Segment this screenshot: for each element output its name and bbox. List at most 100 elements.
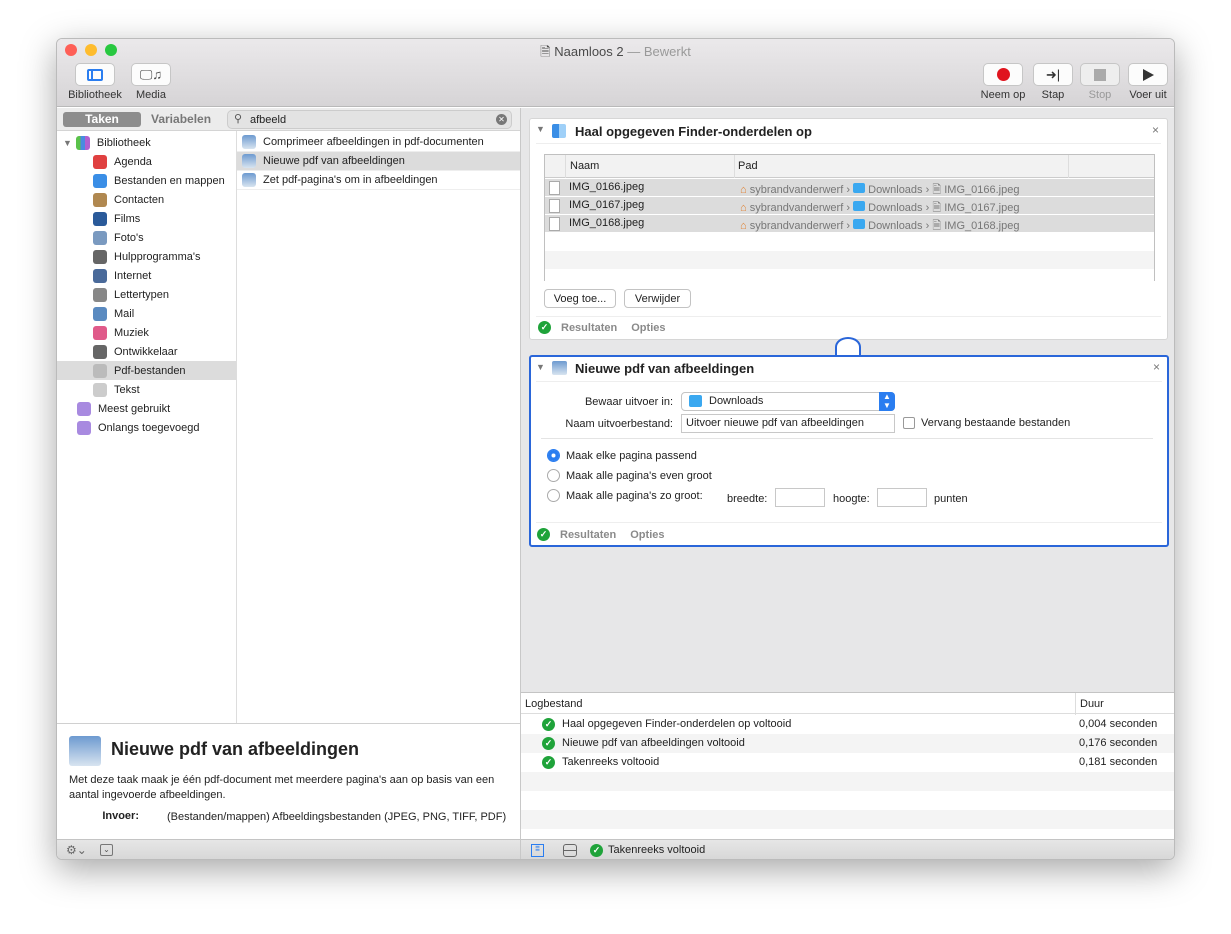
- file-icon: 🗎: [932, 184, 942, 196]
- smart-group-item[interactable]: Meest gebruikt: [77, 399, 170, 418]
- collapse-triangle-icon[interactable]: ▼: [536, 124, 545, 134]
- library-bottom-bar: ⚙︎⌄ ⌄: [57, 839, 520, 859]
- folder-icon: [853, 219, 866, 229]
- replace-label: Vervang bestaande bestanden: [921, 417, 1071, 429]
- column-duration[interactable]: Duur: [1080, 698, 1104, 710]
- smart-folder-icon: [77, 420, 91, 435]
- add-button[interactable]: Voeg toe...: [544, 289, 616, 308]
- search-icon: ⚲: [234, 113, 243, 125]
- folder-icon: [853, 201, 866, 211]
- table-row[interactable]: IMG_0168.jpeg ⌂ sybrandvanderwerf › Downl…: [545, 215, 1154, 233]
- action-item[interactable]: Zet pdf-pagina's om in afbeeldingen: [237, 171, 520, 190]
- run-label: Voer uit: [1129, 89, 1167, 101]
- category-item[interactable]: Agenda: [57, 152, 236, 171]
- radio-option[interactable]: Maak alle pagina's even groot: [547, 469, 712, 482]
- category-item[interactable]: Hulpprogramma's: [57, 247, 236, 266]
- description-title: Nieuwe pdf van afbeeldingen: [111, 739, 360, 759]
- stop-button[interactable]: [1080, 63, 1120, 86]
- column-path[interactable]: Pad: [738, 160, 758, 172]
- record-button[interactable]: [983, 63, 1023, 86]
- log-header: Logbestand Duur: [521, 693, 1174, 714]
- category-item[interactable]: Contacten: [57, 190, 236, 209]
- library-icon: [75, 135, 90, 150]
- save-location-label: Bewaar uitvoer in:: [584, 396, 673, 408]
- pdf-images-icon: [242, 135, 256, 149]
- finder-items-table: Naam Pad IMG_0166.jpeg ⌂ sybrandvanderwer…: [544, 154, 1155, 287]
- contacts-icon: [93, 192, 107, 207]
- input-label: Invoer:: [102, 810, 139, 822]
- disclosure-triangle-icon[interactable]: ▼: [63, 138, 72, 148]
- select-arrows-icon: ▲ ▼: [879, 392, 895, 411]
- close-action-icon[interactable]: ×: [1152, 123, 1159, 137]
- action-item[interactable]: Comprimeer afbeeldingen in pdf-documente…: [237, 133, 520, 152]
- collapse-triangle-icon[interactable]: ▼: [536, 362, 545, 372]
- close-action-icon[interactable]: ×: [1153, 360, 1160, 374]
- media-button[interactable]: 🖵♫: [131, 63, 171, 86]
- tab-variables[interactable]: Variabelen: [151, 112, 211, 126]
- replace-checkbox[interactable]: [903, 417, 915, 429]
- tab-actions[interactable]: Taken: [63, 112, 141, 127]
- options-toggle[interactable]: Opties: [630, 529, 664, 541]
- column-name[interactable]: Naam: [570, 160, 599, 172]
- file-icon: [549, 217, 560, 231]
- save-location-select[interactable]: Downloads ▲ ▼: [681, 392, 895, 411]
- category-item[interactable]: Pdf-bestanden: [57, 361, 236, 380]
- downloads-folder-icon: [689, 395, 702, 407]
- pdf-images-icon: [242, 154, 256, 168]
- category-item[interactable]: Mail: [57, 304, 236, 323]
- action-footer: ✓ Resultaten Opties: [537, 528, 664, 541]
- category-list: ▼ Bibliotheek Agenda Bestanden en mappen Con…: [57, 131, 236, 723]
- category-item[interactable]: Muziek: [57, 323, 236, 342]
- radio-button[interactable]: [547, 449, 560, 462]
- step-button[interactable]: ➜|: [1033, 63, 1073, 86]
- category-item[interactable]: Internet: [57, 266, 236, 285]
- music-icon: [93, 325, 107, 340]
- success-check-icon: ✓: [542, 737, 555, 750]
- run-button[interactable]: [1128, 63, 1168, 86]
- category-item[interactable]: Foto's: [57, 228, 236, 247]
- width-field[interactable]: [775, 488, 825, 507]
- height-field[interactable]: [877, 488, 927, 507]
- category-item[interactable]: Tekst: [57, 380, 236, 399]
- description-text: Met deze taak maak je één pdf-document m…: [69, 774, 495, 801]
- category-item[interactable]: Lettertypen: [57, 285, 236, 304]
- log-view-icon[interactable]: ≡ ≡: [531, 843, 544, 857]
- radio-button[interactable]: [547, 489, 560, 502]
- description-pane: Nieuwe pdf van afbeeldingen Met deze taa…: [57, 723, 520, 839]
- radio-option[interactable]: Maak alle pagina's zo groot:: [547, 489, 703, 502]
- empty-row: [545, 233, 1154, 251]
- finder-icon: [93, 173, 107, 188]
- photos-icon: [93, 230, 107, 245]
- pdf-icon: [93, 363, 107, 378]
- toggle-description-icon[interactable]: ⌄: [100, 844, 113, 856]
- smart-folder-icon: [77, 401, 91, 416]
- results-toggle[interactable]: Resultaten: [561, 322, 617, 334]
- quicktime-icon: [93, 211, 107, 226]
- home-icon: ⌂: [740, 184, 747, 196]
- clear-search-icon[interactable]: ✕: [496, 114, 507, 125]
- mail-icon: [93, 306, 107, 321]
- search-field[interactable]: ⚲ afbeeld ✕: [227, 110, 512, 129]
- table-row[interactable]: IMG_0167.jpeg ⌂ sybrandvanderwerf › Downl…: [545, 197, 1154, 215]
- category-item[interactable]: Films: [57, 209, 236, 228]
- action-title: Haal opgegeven Finder-onderdelen op: [575, 124, 812, 139]
- workflow-area: ▼ Haal opgegeven Finder-onderdelen op × …: [521, 108, 1174, 692]
- remove-button[interactable]: Verwijder: [624, 289, 691, 308]
- action-item[interactable]: Nieuwe pdf van afbeeldingen: [237, 152, 520, 171]
- radio-option[interactable]: Maak elke pagina passend: [547, 449, 697, 462]
- column-log[interactable]: Logbestand: [525, 698, 583, 710]
- search-input[interactable]: afbeeld: [250, 114, 286, 126]
- smart-group-item[interactable]: Onlangs toegevoegd: [77, 418, 200, 437]
- category-item[interactable]: Ontwikkelaar: [57, 342, 236, 361]
- table-row[interactable]: IMG_0166.jpeg ⌂ sybrandvanderwerf › Downl…: [545, 179, 1154, 197]
- results-toggle[interactable]: Resultaten: [560, 529, 616, 541]
- variables-view-icon[interactable]: [563, 844, 577, 857]
- category-item[interactable]: Bestanden en mappen: [57, 171, 236, 190]
- gear-menu-icon[interactable]: ⚙︎⌄: [66, 843, 87, 857]
- library-button[interactable]: [75, 63, 115, 86]
- output-name-field[interactable]: Uitvoer nieuwe pdf van afbeeldingen: [681, 414, 895, 433]
- empty-row: [521, 810, 1174, 829]
- options-toggle[interactable]: Opties: [631, 322, 665, 334]
- radio-button[interactable]: [547, 469, 560, 482]
- library-root[interactable]: ▼ Bibliotheek: [63, 133, 151, 152]
